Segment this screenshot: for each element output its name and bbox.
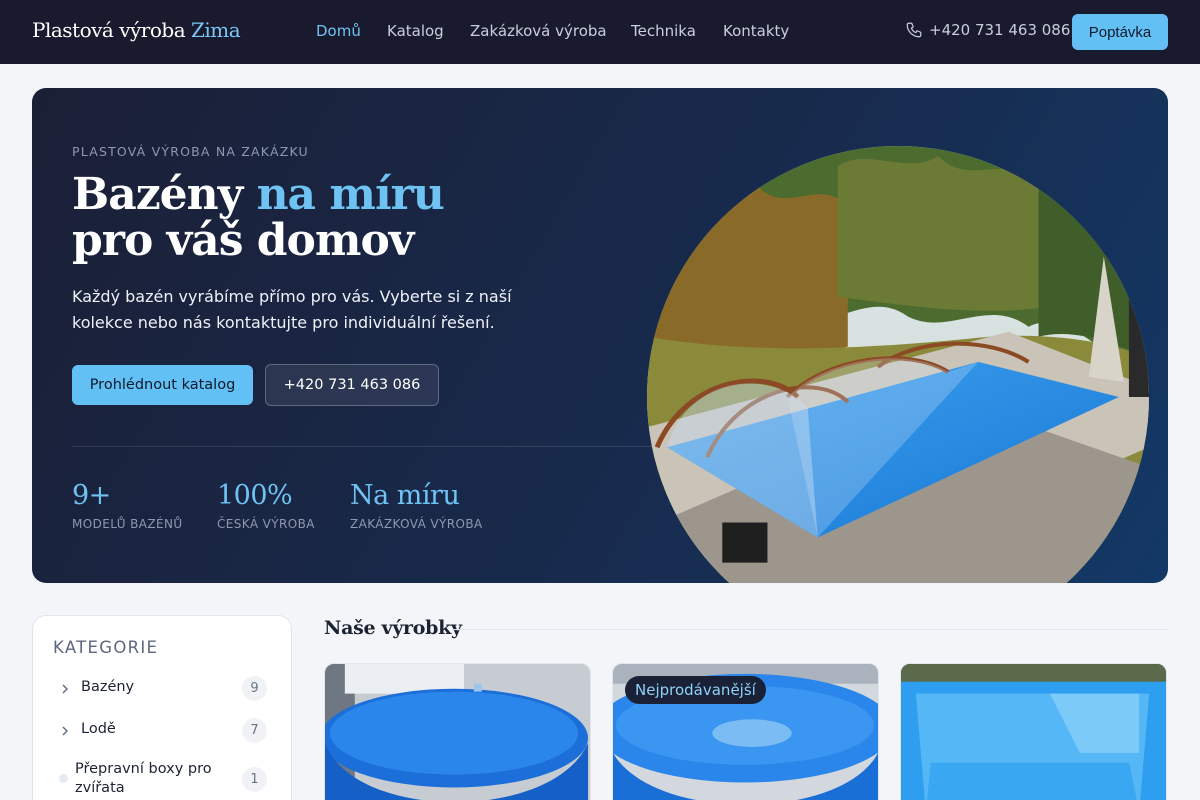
- category-label: Přepravní boxy pro zvířata: [75, 761, 212, 796]
- call-phone-button[interactable]: +420 731 463 086: [265, 364, 439, 406]
- top-navbar: Plastová výroba Zima Domů Katalog Zakázk…: [0, 0, 1200, 64]
- nav-item-domu[interactable]: Domů: [316, 22, 361, 40]
- category-item-lode[interactable]: Lodě 7: [33, 718, 291, 744]
- stat-value: 100%: [217, 480, 293, 511]
- browse-catalog-button[interactable]: Prohlédnout katalog: [72, 365, 253, 405]
- nav-item-technika[interactable]: Technika: [631, 22, 696, 40]
- category-count: 9: [242, 676, 267, 701]
- hero-headline: Bazény na míru pro váš domov: [72, 169, 445, 266]
- product-card[interactable]: [900, 663, 1167, 800]
- nav-phone-link[interactable]: +420 731 463 086: [905, 21, 1070, 39]
- product-image: [901, 664, 1166, 800]
- category-item-bazeny[interactable]: Bazény 9: [33, 676, 291, 702]
- products-section-title: Naše výrobky: [324, 617, 462, 639]
- chevron-right-icon: [62, 726, 68, 736]
- dot-icon: [59, 774, 68, 783]
- chevron-right-icon: [62, 684, 68, 694]
- stat-label: MODELŮ BAZÉNŮ: [72, 517, 183, 531]
- stat-custom: Na míru ZAKÁZKOVÁ VÝROBA: [350, 480, 483, 531]
- category-label: Lodě: [81, 721, 116, 737]
- stat-czech-production: 100% ČESKÁ VÝROBA: [217, 480, 315, 531]
- headline-line2: pro váš domov: [72, 215, 414, 266]
- hero-pool-photo: [647, 146, 1149, 583]
- category-count: 1: [242, 767, 267, 792]
- brand-accent: Zima: [190, 18, 241, 42]
- phone-icon: [906, 22, 922, 38]
- hero-divider: [72, 446, 672, 447]
- inquiry-button[interactable]: Poptávka: [1072, 14, 1168, 50]
- brand-name: Plastová výroba: [32, 18, 186, 42]
- stat-value: 9+: [72, 480, 111, 511]
- category-item-prepravni-boxy[interactable]: Přepravní boxy pro zvířata 1: [33, 760, 291, 800]
- stat-label: ZAKÁZKOVÁ VÝROBA: [350, 517, 483, 531]
- nav-phone-number: +420 731 463 086: [929, 21, 1071, 39]
- product-card[interactable]: [324, 663, 591, 800]
- nav-item-kontakty[interactable]: Kontakty: [723, 22, 789, 40]
- bestseller-badge: Nejprodávanější: [625, 676, 766, 704]
- headline-accent: na míru: [256, 169, 445, 220]
- category-count: 7: [242, 718, 267, 743]
- nav-item-zakazkova-vyroba[interactable]: Zakázková výroba: [470, 22, 607, 40]
- brand-logo[interactable]: Plastová výroba Zima: [32, 18, 241, 42]
- sidebar-title: KATEGORIE: [53, 638, 159, 657]
- hero-banner: PLASTOVÁ VÝROBA NA ZAKÁZKU Bazény na mír…: [32, 88, 1168, 583]
- hero-lead: Každý bazén vyrábíme přímo pro vás. Vybe…: [72, 287, 512, 332]
- product-image: [325, 664, 590, 800]
- stat-value: Na míru: [350, 480, 460, 511]
- stat-label: ČESKÁ VÝROBA: [217, 517, 315, 531]
- nav-item-katalog[interactable]: Katalog: [387, 22, 444, 40]
- stat-models: 9+ MODELŮ BAZÉNŮ: [72, 480, 183, 531]
- hero-eyebrow: PLASTOVÁ VÝROBA NA ZAKÁZKU: [72, 144, 309, 159]
- category-sidebar: KATEGORIE Bazény 9 Lodě 7 Přepravní boxy…: [32, 615, 292, 800]
- section-divider: [452, 629, 1168, 630]
- category-label: Bazény: [81, 679, 135, 695]
- headline-part1: Bazény: [72, 169, 257, 220]
